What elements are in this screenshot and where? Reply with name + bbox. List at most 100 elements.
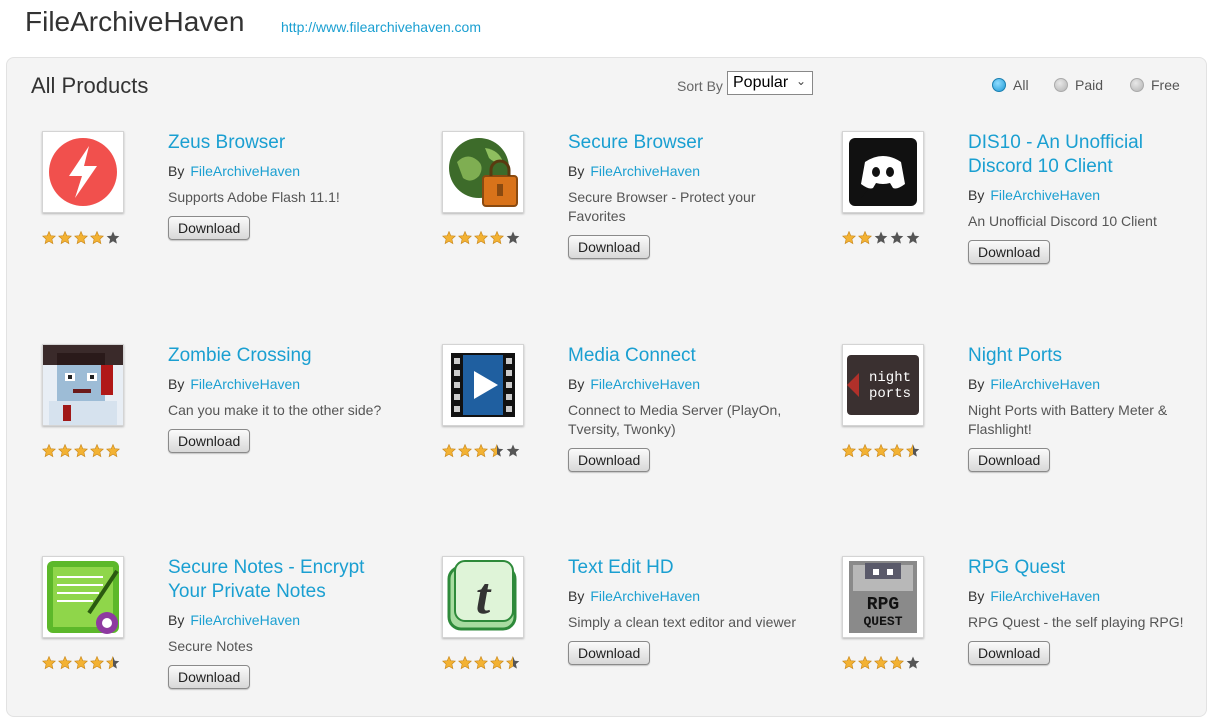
radio-icon[interactable] — [992, 78, 1006, 92]
download-button[interactable]: Download — [968, 240, 1051, 264]
star-icon — [474, 656, 488, 670]
star-rating — [442, 444, 524, 458]
author-link[interactable]: FileArchiveHaven — [190, 163, 300, 179]
by-label: By — [968, 187, 985, 203]
radio-icon[interactable] — [1054, 78, 1068, 92]
product-title[interactable]: Text Edit HD — [568, 556, 798, 580]
product-title[interactable]: Zombie Crossing — [168, 344, 398, 368]
star-icon — [842, 444, 856, 458]
icon-text-t: t — [476, 568, 492, 625]
by-label: By — [568, 376, 585, 392]
star-icon — [490, 444, 504, 458]
star-icon — [490, 231, 504, 245]
sort-label: Sort By — [677, 78, 723, 94]
author-link[interactable]: FileArchiveHaven — [190, 612, 300, 628]
by-label: By — [168, 612, 185, 628]
star-icon — [842, 231, 856, 245]
film-play-icon[interactable] — [442, 344, 524, 426]
star-icon — [442, 656, 456, 670]
star-icon — [874, 656, 888, 670]
star-icon — [874, 444, 888, 458]
star-icon — [506, 656, 520, 670]
text-edit-icon[interactable]: t — [442, 556, 524, 638]
icon-text-night: night — [869, 370, 911, 386]
product-description: Connect to Media Server (PlayOn, Tversit… — [568, 402, 782, 437]
star-icon — [106, 656, 120, 670]
author-link[interactable]: FileArchiveHaven — [190, 376, 300, 392]
star-icon — [106, 231, 120, 244]
star-rating — [842, 656, 924, 670]
download-button[interactable]: Download — [568, 235, 651, 259]
product-title[interactable]: DIS10 - An Unofficial Discord 10 Client — [968, 131, 1198, 179]
author-link[interactable]: FileArchiveHaven — [590, 163, 700, 179]
product-title[interactable]: Night Ports — [968, 344, 1198, 368]
star-icon — [74, 444, 88, 458]
star-icon — [906, 231, 920, 244]
author-link[interactable]: FileArchiveHaven — [990, 376, 1100, 392]
zombie-icon[interactable] — [42, 344, 124, 426]
by-label: By — [168, 163, 185, 179]
night-ports-icon[interactable]: night ports — [842, 344, 924, 426]
lightning-icon[interactable] — [42, 131, 124, 213]
sort-select[interactable]: Popular ⌄ — [727, 71, 813, 95]
product-title[interactable]: Secure Browser — [568, 131, 798, 155]
rpg-quest-icon[interactable]: RPG QUEST — [842, 556, 924, 638]
product-title[interactable]: Zeus Browser — [168, 131, 398, 155]
filter-label: Paid — [1075, 77, 1104, 93]
product-title[interactable]: RPG Quest — [968, 556, 1198, 580]
by-label: By — [968, 588, 985, 604]
star-rating — [442, 656, 524, 670]
download-button[interactable]: Download — [168, 665, 251, 689]
icon-text-quest: QUEST — [863, 614, 902, 629]
star-icon — [890, 444, 904, 458]
download-button[interactable]: Download — [168, 216, 251, 240]
author-link[interactable]: FileArchiveHaven — [590, 588, 700, 604]
notepad-lock-icon[interactable] — [42, 556, 124, 638]
product-description: Can you make it to the other side? — [168, 402, 382, 418]
star-icon — [42, 444, 56, 458]
star-icon — [458, 231, 472, 245]
filter-paid[interactable]: Paid — [1054, 77, 1103, 93]
product-description: An Unofficial Discord 10 Client — [968, 213, 1157, 229]
author-link[interactable]: FileArchiveHaven — [990, 588, 1100, 604]
filter-free[interactable]: Free — [1130, 77, 1180, 93]
star-icon — [42, 656, 56, 670]
site-url-link[interactable]: http://www.filearchivehaven.com — [281, 19, 481, 35]
star-rating-graphic — [42, 656, 120, 670]
product-title[interactable]: Media Connect — [568, 344, 798, 368]
panel-title: All Products — [31, 73, 149, 98]
author-link[interactable]: FileArchiveHaven — [990, 187, 1100, 203]
product-description: RPG Quest - the self playing RPG! — [968, 614, 1184, 630]
author-link[interactable]: FileArchiveHaven — [590, 376, 700, 392]
download-button[interactable]: Download — [168, 429, 251, 453]
star-rating — [842, 444, 924, 458]
star-icon — [58, 444, 72, 458]
star-icon — [106, 444, 120, 458]
icon-text-ports: ports — [869, 386, 911, 402]
chevron-down-icon: ⌄ — [795, 74, 806, 88]
globe-lock-icon[interactable] — [442, 131, 524, 213]
star-rating-graphic — [42, 231, 120, 245]
star-icon — [458, 656, 472, 670]
download-button[interactable]: Download — [568, 641, 651, 665]
star-icon — [90, 656, 104, 670]
star-rating — [842, 231, 924, 245]
product-description: Secure Browser - Protect your Favorites — [568, 189, 756, 224]
star-icon — [90, 231, 104, 245]
download-button[interactable]: Download — [968, 448, 1051, 472]
discord-icon[interactable] — [842, 131, 924, 213]
star-rating-graphic — [442, 444, 520, 458]
download-button[interactable]: Download — [568, 448, 651, 472]
star-icon — [474, 231, 488, 245]
star-rating-graphic — [842, 656, 920, 670]
radio-icon[interactable] — [1130, 78, 1144, 92]
star-rating-graphic — [42, 444, 120, 458]
by-label: By — [968, 376, 985, 392]
filter-all[interactable]: All — [992, 77, 1029, 93]
star-icon — [506, 444, 520, 457]
download-button[interactable]: Download — [968, 641, 1051, 665]
star-icon — [874, 231, 888, 244]
product-title[interactable]: Secure Notes - Encrypt Your Private Note… — [168, 556, 398, 604]
filter-label: All — [1013, 77, 1029, 93]
star-rating-graphic — [842, 231, 920, 245]
